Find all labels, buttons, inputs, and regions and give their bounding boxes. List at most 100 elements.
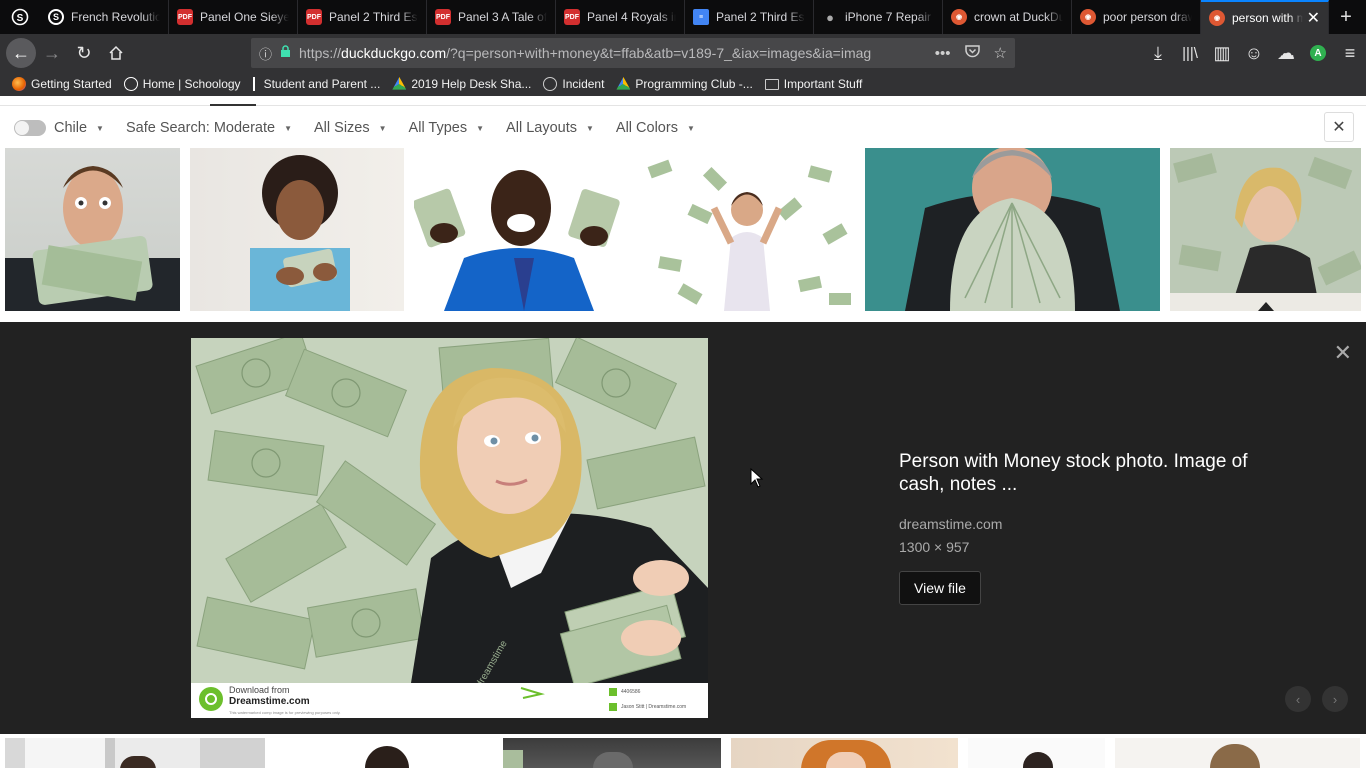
forward-button[interactable]: → bbox=[36, 37, 68, 69]
page-actions-icon[interactable]: ••• bbox=[935, 45, 951, 62]
google-docs-icon: ≡ bbox=[693, 9, 709, 25]
svg-text:S: S bbox=[17, 13, 24, 24]
image-result-thumbnail[interactable] bbox=[5, 148, 180, 311]
duckduckgo-icon: ◉ bbox=[951, 9, 967, 25]
google-drive-icon bbox=[616, 77, 631, 90]
bookmark-label: Getting Started bbox=[31, 77, 112, 91]
close-detail-icon[interactable]: ✕ bbox=[1334, 340, 1352, 366]
google-drive-icon bbox=[392, 77, 407, 90]
browser-tab-active[interactable]: ◉ person with m ✕ bbox=[1201, 0, 1329, 34]
caret-down-icon: ▼ bbox=[686, 123, 695, 133]
account-icon[interactable]: ☺ bbox=[1238, 37, 1270, 69]
layout-filter[interactable]: All Layouts ▼ bbox=[506, 120, 594, 136]
sidebar-icon[interactable]: ▥ bbox=[1206, 37, 1238, 69]
bookmark-incident[interactable]: Incident bbox=[543, 77, 604, 91]
image-source[interactable]: dreamstime.com bbox=[899, 516, 1279, 532]
new-tab-button[interactable]: + bbox=[1329, 0, 1363, 34]
detail-image[interactable]: dreamstime Download from Dreamstime.com … bbox=[191, 338, 708, 718]
back-button[interactable]: ← bbox=[6, 38, 36, 68]
browser-tab[interactable]: PDF Panel One Sieyes bbox=[169, 0, 298, 34]
bookmark-getting-started[interactable]: Getting Started bbox=[12, 77, 112, 91]
image-result-thumbnail-selected[interactable] bbox=[1170, 148, 1361, 311]
reload-button[interactable]: ↻ bbox=[68, 37, 100, 69]
profile-avatar[interactable]: A bbox=[1302, 37, 1334, 69]
color-filter[interactable]: All Colors ▼ bbox=[616, 120, 695, 136]
browser-tab[interactable]: ≡ Panel 2 Third Est bbox=[685, 0, 814, 34]
browser-tab[interactable]: PDF Panel 3 A Tale of bbox=[427, 0, 556, 34]
tab-title: crown at DuckDu bbox=[974, 10, 1063, 24]
watermark-credit: Jason Stitt | Dreamstime.com bbox=[621, 704, 687, 710]
info-icon[interactable]: ⓘ bbox=[259, 44, 272, 63]
schoology-icon bbox=[123, 77, 138, 91]
mouse-cursor-icon bbox=[750, 467, 764, 493]
image-result-thumbnail[interactable] bbox=[275, 738, 493, 768]
browser-tab[interactable]: ◉ crown at DuckDu bbox=[943, 0, 1072, 34]
bookmark-schoology[interactable]: Home | Schoology bbox=[123, 77, 241, 91]
image-result-thumbnail[interactable] bbox=[414, 148, 628, 311]
menu-icon[interactable]: ≡ bbox=[1334, 37, 1366, 69]
size-filter[interactable]: All Sizes ▼ bbox=[314, 120, 387, 136]
pdf-icon: PDF bbox=[306, 9, 322, 25]
image-result-thumbnail[interactable] bbox=[503, 738, 721, 768]
tab-title: Panel One Sieyes bbox=[200, 10, 289, 24]
region-toggle[interactable] bbox=[14, 120, 46, 136]
pocket-icon[interactable] bbox=[964, 44, 980, 62]
browser-tab[interactable]: PDF Panel 2 Third Est bbox=[298, 0, 427, 34]
close-filters-button[interactable]: ✕ bbox=[1324, 112, 1354, 142]
caret-down-icon: ▼ bbox=[476, 123, 485, 133]
close-tab-icon[interactable]: ✕ bbox=[1307, 8, 1320, 28]
browser-tab[interactable]: ◉ poor person draw bbox=[1072, 0, 1201, 34]
schoology-app-icon[interactable]: S bbox=[0, 0, 40, 34]
bookmark-programming-club[interactable]: Programming Club -... bbox=[616, 77, 753, 91]
firefox-icon bbox=[12, 77, 26, 91]
extension-icon[interactable]: ☁ bbox=[1270, 37, 1302, 69]
bookmark-important-stuff[interactable]: Important Stuff bbox=[764, 77, 862, 91]
image-info: Person with Money stock photo. Image of … bbox=[899, 450, 1279, 605]
image-result-thumbnail[interactable] bbox=[5, 738, 265, 768]
image-result-thumbnail[interactable] bbox=[731, 738, 958, 768]
profile-initial: A bbox=[1310, 45, 1326, 61]
url-path: /?q=person+with+money&t=ffab&atb=v189-7_… bbox=[446, 45, 872, 61]
pdf-icon: PDF bbox=[435, 9, 451, 25]
view-file-button[interactable]: View file bbox=[899, 571, 981, 605]
url-text[interactable]: https://duckduckgo.com/?q=person+with+mo… bbox=[299, 45, 921, 61]
bookmark-star-icon[interactable]: ☆ bbox=[994, 44, 1007, 62]
folder-icon bbox=[764, 78, 779, 90]
selected-thumbnail-pointer bbox=[1258, 302, 1274, 311]
url-host: duckduckgo.com bbox=[341, 45, 447, 61]
url-scheme: https:// bbox=[299, 45, 342, 61]
tab-title: iPhone 7 Repair bbox=[845, 10, 932, 24]
tab-title: Panel 2 Third Est bbox=[329, 10, 418, 24]
image-result-thumbnail[interactable] bbox=[968, 738, 1105, 768]
watermark-line2: Dreamstime.com bbox=[229, 696, 310, 707]
browser-tab[interactable]: ● iPhone 7 Repair bbox=[814, 0, 943, 34]
image-title[interactable]: Person with Money stock photo. Image of … bbox=[899, 450, 1279, 496]
bookmark-powerschool[interactable]: Student and Parent ... bbox=[252, 77, 381, 91]
image-result-thumbnail[interactable] bbox=[865, 148, 1160, 311]
region-filter[interactable]: Chile ▼ bbox=[54, 120, 104, 136]
navigation-toolbar: ← → ↻ ⓘ https://duckduckgo.com/?q=person… bbox=[0, 34, 1366, 72]
image-result-thumbnail[interactable] bbox=[190, 148, 404, 311]
library-icon[interactable]: |||\ bbox=[1174, 37, 1206, 69]
image-results-row-partial bbox=[0, 738, 1366, 768]
downloads-icon[interactable]: ⤓ bbox=[1142, 37, 1174, 69]
browser-tab[interactable]: PDF Panel 4 Royals in bbox=[556, 0, 685, 34]
image-result-thumbnail[interactable] bbox=[639, 148, 855, 311]
safe-search-filter[interactable]: Safe Search: Moderate ▼ bbox=[126, 120, 292, 136]
layout-label: All Layouts bbox=[506, 120, 577, 136]
next-image-button[interactable]: › bbox=[1322, 686, 1348, 712]
bookmark-help-desk[interactable]: 2019 Help Desk Sha... bbox=[392, 77, 531, 91]
tab-strip: S S French Revolutio PDF Panel One Sieyes … bbox=[0, 0, 1366, 34]
caret-down-icon: ▼ bbox=[378, 123, 387, 133]
safe-search-label: Safe Search: Moderate bbox=[125, 120, 276, 136]
address-bar[interactable]: ⓘ https://duckduckgo.com/?q=person+with+… bbox=[251, 38, 1015, 68]
browser-tab[interactable]: S French Revolutio bbox=[40, 0, 169, 34]
home-button[interactable] bbox=[100, 37, 132, 69]
bookmark-label: Student and Parent ... bbox=[263, 77, 381, 91]
tab-title: French Revolutio bbox=[71, 10, 160, 24]
type-filter[interactable]: All Types ▼ bbox=[409, 120, 485, 136]
previous-image-button[interactable]: ‹ bbox=[1285, 686, 1311, 712]
apple-icon: ● bbox=[826, 9, 834, 25]
duckduckgo-icon: ◉ bbox=[1080, 9, 1096, 25]
image-result-thumbnail[interactable] bbox=[1115, 738, 1360, 768]
